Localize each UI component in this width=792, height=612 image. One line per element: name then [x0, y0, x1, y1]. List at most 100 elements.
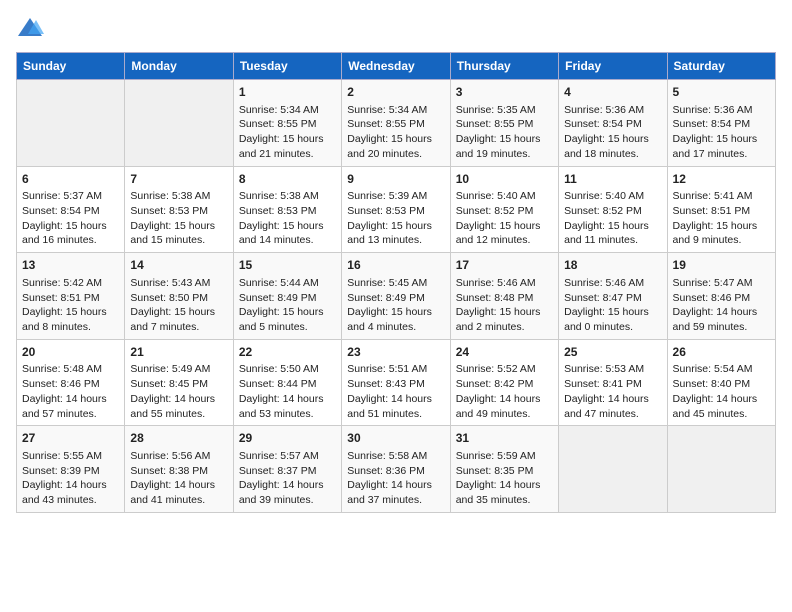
day-info: Daylight: 15 hours and 7 minutes. — [130, 305, 227, 334]
day-number: 4 — [564, 84, 661, 101]
day-info: Sunrise: 5:44 AM — [239, 276, 336, 291]
day-info: Sunset: 8:51 PM — [673, 204, 770, 219]
day-number: 3 — [456, 84, 553, 101]
day-info: Sunset: 8:44 PM — [239, 377, 336, 392]
day-number: 20 — [22, 344, 119, 361]
day-info: Daylight: 15 hours and 9 minutes. — [673, 219, 770, 248]
day-info: Sunrise: 5:36 AM — [564, 103, 661, 118]
day-info: Sunset: 8:37 PM — [239, 464, 336, 479]
day-number: 25 — [564, 344, 661, 361]
day-info: Daylight: 14 hours and 35 minutes. — [456, 478, 553, 507]
calendar-cell: 8Sunrise: 5:38 AMSunset: 8:53 PMDaylight… — [233, 166, 341, 253]
day-info: Sunset: 8:54 PM — [22, 204, 119, 219]
day-number: 24 — [456, 344, 553, 361]
calendar-cell: 26Sunrise: 5:54 AMSunset: 8:40 PMDayligh… — [667, 339, 775, 426]
day-number: 27 — [22, 430, 119, 447]
calendar-cell — [559, 426, 667, 513]
week-row-3: 13Sunrise: 5:42 AMSunset: 8:51 PMDayligh… — [17, 253, 776, 340]
calendar-cell: 28Sunrise: 5:56 AMSunset: 8:38 PMDayligh… — [125, 426, 233, 513]
day-number: 22 — [239, 344, 336, 361]
calendar-cell: 27Sunrise: 5:55 AMSunset: 8:39 PMDayligh… — [17, 426, 125, 513]
day-info: Sunrise: 5:48 AM — [22, 362, 119, 377]
day-info: Daylight: 15 hours and 11 minutes. — [564, 219, 661, 248]
calendar-cell: 29Sunrise: 5:57 AMSunset: 8:37 PMDayligh… — [233, 426, 341, 513]
day-info: Sunset: 8:55 PM — [347, 117, 444, 132]
day-info: Daylight: 14 hours and 39 minutes. — [239, 478, 336, 507]
day-header-friday: Friday — [559, 53, 667, 80]
day-info: Daylight: 14 hours and 47 minutes. — [564, 392, 661, 421]
day-info: Sunrise: 5:56 AM — [130, 449, 227, 464]
day-info: Sunset: 8:36 PM — [347, 464, 444, 479]
day-info: Sunrise: 5:34 AM — [347, 103, 444, 118]
day-info: Daylight: 15 hours and 8 minutes. — [22, 305, 119, 334]
day-number: 28 — [130, 430, 227, 447]
day-info: Sunrise: 5:58 AM — [347, 449, 444, 464]
calendar-cell: 22Sunrise: 5:50 AMSunset: 8:44 PMDayligh… — [233, 339, 341, 426]
day-info: Sunrise: 5:36 AM — [673, 103, 770, 118]
day-number: 15 — [239, 257, 336, 274]
day-info: Sunrise: 5:38 AM — [130, 189, 227, 204]
day-info: Daylight: 14 hours and 57 minutes. — [22, 392, 119, 421]
day-info: Daylight: 15 hours and 15 minutes. — [130, 219, 227, 248]
day-info: Sunset: 8:39 PM — [22, 464, 119, 479]
calendar-cell: 9Sunrise: 5:39 AMSunset: 8:53 PMDaylight… — [342, 166, 450, 253]
day-info: Sunrise: 5:41 AM — [673, 189, 770, 204]
day-info: Daylight: 15 hours and 18 minutes. — [564, 132, 661, 161]
logo-icon — [16, 16, 44, 40]
calendar-cell: 13Sunrise: 5:42 AMSunset: 8:51 PMDayligh… — [17, 253, 125, 340]
week-row-1: 1Sunrise: 5:34 AMSunset: 8:55 PMDaylight… — [17, 80, 776, 167]
day-number: 23 — [347, 344, 444, 361]
day-number: 6 — [22, 171, 119, 188]
day-info: Sunset: 8:46 PM — [673, 291, 770, 306]
day-info: Sunrise: 5:45 AM — [347, 276, 444, 291]
day-info: Sunrise: 5:43 AM — [130, 276, 227, 291]
logo — [16, 16, 48, 40]
day-header-saturday: Saturday — [667, 53, 775, 80]
day-info: Sunset: 8:35 PM — [456, 464, 553, 479]
day-info: Sunset: 8:52 PM — [456, 204, 553, 219]
day-info: Sunrise: 5:47 AM — [673, 276, 770, 291]
day-info: Sunrise: 5:46 AM — [456, 276, 553, 291]
week-row-4: 20Sunrise: 5:48 AMSunset: 8:46 PMDayligh… — [17, 339, 776, 426]
day-info: Sunrise: 5:35 AM — [456, 103, 553, 118]
day-info: Sunset: 8:54 PM — [564, 117, 661, 132]
calendar-cell: 2Sunrise: 5:34 AMSunset: 8:55 PMDaylight… — [342, 80, 450, 167]
day-info: Daylight: 14 hours and 37 minutes. — [347, 478, 444, 507]
days-header-row: SundayMondayTuesdayWednesdayThursdayFrid… — [17, 53, 776, 80]
calendar-cell — [17, 80, 125, 167]
day-info: Sunrise: 5:46 AM — [564, 276, 661, 291]
calendar-cell: 30Sunrise: 5:58 AMSunset: 8:36 PMDayligh… — [342, 426, 450, 513]
day-info: Sunset: 8:43 PM — [347, 377, 444, 392]
day-number: 16 — [347, 257, 444, 274]
day-info: Sunrise: 5:49 AM — [130, 362, 227, 377]
day-info: Sunrise: 5:54 AM — [673, 362, 770, 377]
calendar-cell: 25Sunrise: 5:53 AMSunset: 8:41 PMDayligh… — [559, 339, 667, 426]
day-info: Daylight: 15 hours and 19 minutes. — [456, 132, 553, 161]
day-info: Daylight: 15 hours and 0 minutes. — [564, 305, 661, 334]
calendar-cell: 4 Sunrise: 5:36 AMSunset: 8:54 PMDaylight… — [559, 80, 667, 167]
day-info: Sunset: 8:51 PM — [22, 291, 119, 306]
day-info: Daylight: 14 hours and 41 minutes. — [130, 478, 227, 507]
day-info: Sunrise: 5:38 AM — [239, 189, 336, 204]
day-info: Sunrise: 5:59 AM — [456, 449, 553, 464]
day-info: Daylight: 15 hours and 12 minutes. — [456, 219, 553, 248]
day-number: 17 — [456, 257, 553, 274]
week-row-2: 6Sunrise: 5:37 AMSunset: 8:54 PMDaylight… — [17, 166, 776, 253]
calendar-table: SundayMondayTuesdayWednesdayThursdayFrid… — [16, 52, 776, 513]
day-info: Sunset: 8:50 PM — [130, 291, 227, 306]
calendar-cell: 16Sunrise: 5:45 AMSunset: 8:49 PMDayligh… — [342, 253, 450, 340]
day-number: 7 — [130, 171, 227, 188]
day-info: Sunset: 8:53 PM — [347, 204, 444, 219]
calendar-cell: 31Sunrise: 5:59 AMSunset: 8:35 PMDayligh… — [450, 426, 558, 513]
day-number: 19 — [673, 257, 770, 274]
day-info: Daylight: 15 hours and 13 minutes. — [347, 219, 444, 248]
day-number: 14 — [130, 257, 227, 274]
calendar-cell: 3Sunrise: 5:35 AMSunset: 8:55 PMDaylight… — [450, 80, 558, 167]
day-info: Sunrise: 5:51 AM — [347, 362, 444, 377]
calendar-cell: 11Sunrise: 5:40 AMSunset: 8:52 PMDayligh… — [559, 166, 667, 253]
day-info: Daylight: 15 hours and 14 minutes. — [239, 219, 336, 248]
calendar-cell: 19Sunrise: 5:47 AMSunset: 8:46 PMDayligh… — [667, 253, 775, 340]
day-info: Sunset: 8:45 PM — [130, 377, 227, 392]
day-number: 13 — [22, 257, 119, 274]
day-number: 11 — [564, 171, 661, 188]
